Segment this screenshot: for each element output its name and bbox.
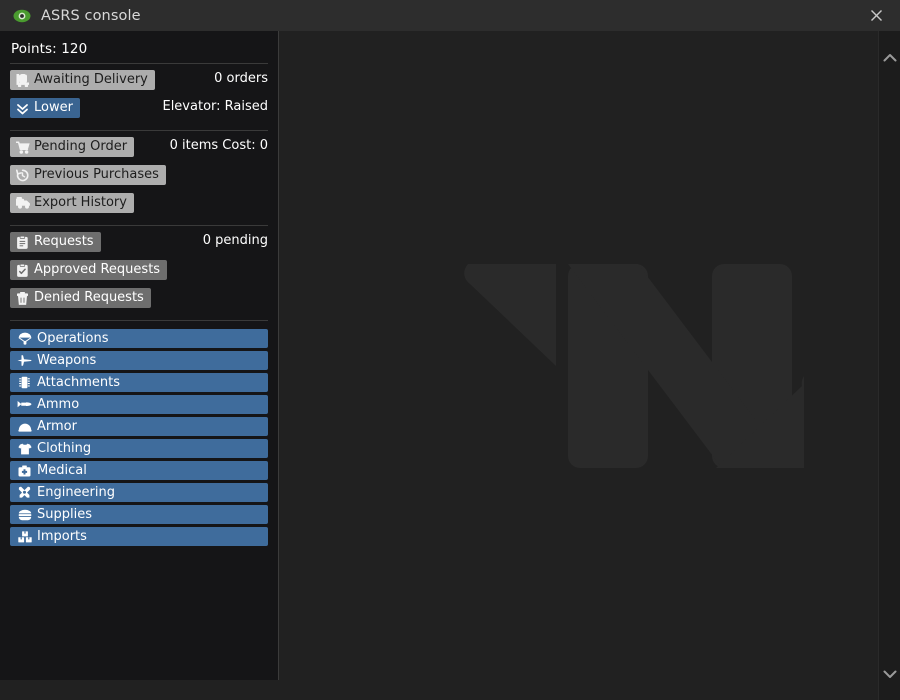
letter-n-logo — [280, 31, 900, 700]
vertical-scrollbar[interactable] — [878, 31, 900, 700]
requests-group: Requests 0 pending Approved Requests Den… — [10, 232, 268, 312]
previous-purchases-label: Previous Purchases — [34, 167, 159, 182]
category-item-imports[interactable]: Imports — [10, 527, 268, 546]
tshirt-icon — [17, 442, 32, 456]
denied-requests-label: Denied Requests — [34, 290, 144, 305]
pending-order-row: Pending Order 0 items Cost: 0 — [10, 137, 268, 161]
lower-elevator-button[interactable]: Lower — [10, 98, 80, 118]
previous-purchases-button[interactable]: Previous Purchases — [10, 165, 166, 185]
awaiting-delivery-button[interactable]: Awaiting Delivery — [10, 70, 155, 90]
clipboard-check-icon — [15, 263, 30, 277]
approved-requests-label: Approved Requests — [34, 262, 161, 277]
category-item-weapons[interactable]: Weapons — [10, 351, 268, 370]
asrs-console-window: ASRS console Points: 120 Awaiting Delive… — [0, 0, 900, 700]
requests-label: Requests — [34, 234, 94, 249]
jet-fighter-icon — [17, 354, 32, 368]
lower-elevator-label: Lower — [34, 100, 73, 115]
helmet-icon — [17, 420, 32, 434]
pending-order-status: 0 items Cost: 0 — [169, 138, 268, 153]
requests-button[interactable]: Requests — [10, 232, 101, 252]
approved-requests-row: Approved Requests — [10, 260, 268, 284]
category-item-medical[interactable]: Medical — [10, 461, 268, 480]
category-label: Attachments — [37, 375, 120, 390]
eye-icon — [13, 7, 31, 25]
microchip-icon — [17, 376, 32, 390]
divider — [10, 225, 268, 226]
bullet-icon — [17, 398, 32, 412]
divider — [10, 63, 268, 64]
content-panel — [280, 31, 900, 700]
category-item-supplies[interactable]: Supplies — [10, 505, 268, 524]
category-label: Clothing — [37, 441, 92, 456]
crossed-tools-icon — [17, 486, 32, 500]
requests-pending-status: 0 pending — [202, 233, 268, 248]
category-item-engineering[interactable]: Engineering — [10, 483, 268, 502]
category-label: Imports — [37, 529, 87, 544]
export-history-row: Export History — [10, 193, 268, 217]
parachute-icon — [17, 332, 32, 346]
elevator-status: Elevator: Raised — [162, 99, 268, 114]
boxes-icon — [17, 530, 32, 544]
awaiting-delivery-label: Awaiting Delivery — [34, 72, 148, 87]
elevator-row: Lower Elevator: Raised — [10, 98, 268, 122]
denied-requests-row: Denied Requests — [10, 288, 268, 312]
category-label: Medical — [37, 463, 87, 478]
divider — [10, 130, 268, 131]
delivery-group: Awaiting Delivery 0 orders Lower Elevato… — [10, 70, 268, 122]
category-item-clothing[interactable]: Clothing — [10, 439, 268, 458]
chevron-down-icon[interactable] — [879, 662, 900, 686]
window-title: ASRS console — [41, 7, 141, 24]
category-item-operations[interactable]: Operations — [10, 329, 268, 348]
pending-order-button[interactable]: Pending Order — [10, 137, 135, 157]
chevron-up-icon[interactable] — [879, 45, 900, 69]
category-item-ammo[interactable]: Ammo — [10, 395, 268, 414]
export-history-button[interactable]: Export History — [10, 193, 134, 213]
orders-status: 0 orders — [214, 71, 268, 86]
shopping-cart-icon — [15, 140, 30, 154]
requests-row: Requests 0 pending — [10, 232, 268, 256]
pending-order-label: Pending Order — [34, 139, 128, 154]
sidebar: Points: 120 Awaiting Delivery 0 orders L… — [0, 31, 279, 680]
delivery-truck-icon — [15, 196, 30, 210]
category-label: Operations — [37, 331, 109, 346]
category-label: Engineering — [37, 485, 115, 500]
category-label: Armor — [37, 419, 77, 434]
denied-requests-button[interactable]: Denied Requests — [10, 288, 151, 308]
window-titlebar: ASRS console — [0, 0, 900, 31]
category-label: Supplies — [37, 507, 92, 522]
divider — [10, 320, 268, 321]
luggage-cart-icon — [15, 73, 30, 87]
history-icon — [15, 168, 30, 182]
awaiting-delivery-row: Awaiting Delivery 0 orders — [10, 70, 268, 94]
export-history-label: Export History — [34, 195, 127, 210]
previous-purchases-row: Previous Purchases — [10, 165, 268, 189]
window-content: Points: 120 Awaiting Delivery 0 orders L… — [0, 31, 900, 700]
close-button[interactable] — [852, 0, 900, 31]
category-label: Weapons — [37, 353, 97, 368]
medical-kit-icon — [17, 464, 32, 478]
category-item-attachments[interactable]: Attachments — [10, 373, 268, 392]
clipboard-icon — [15, 235, 30, 249]
category-list: Operations Weapons Attachments Ammo Armo… — [10, 329, 268, 546]
category-item-armor[interactable]: Armor — [10, 417, 268, 436]
approved-requests-button[interactable]: Approved Requests — [10, 260, 168, 280]
double-chevron-down-icon — [15, 101, 30, 115]
orders-group: Pending Order 0 items Cost: 0 Previous P… — [10, 137, 268, 217]
points-label: Points: 120 — [11, 41, 88, 57]
category-label: Ammo — [37, 397, 80, 412]
trash-icon — [15, 291, 30, 305]
supply-stack-icon — [17, 508, 32, 522]
